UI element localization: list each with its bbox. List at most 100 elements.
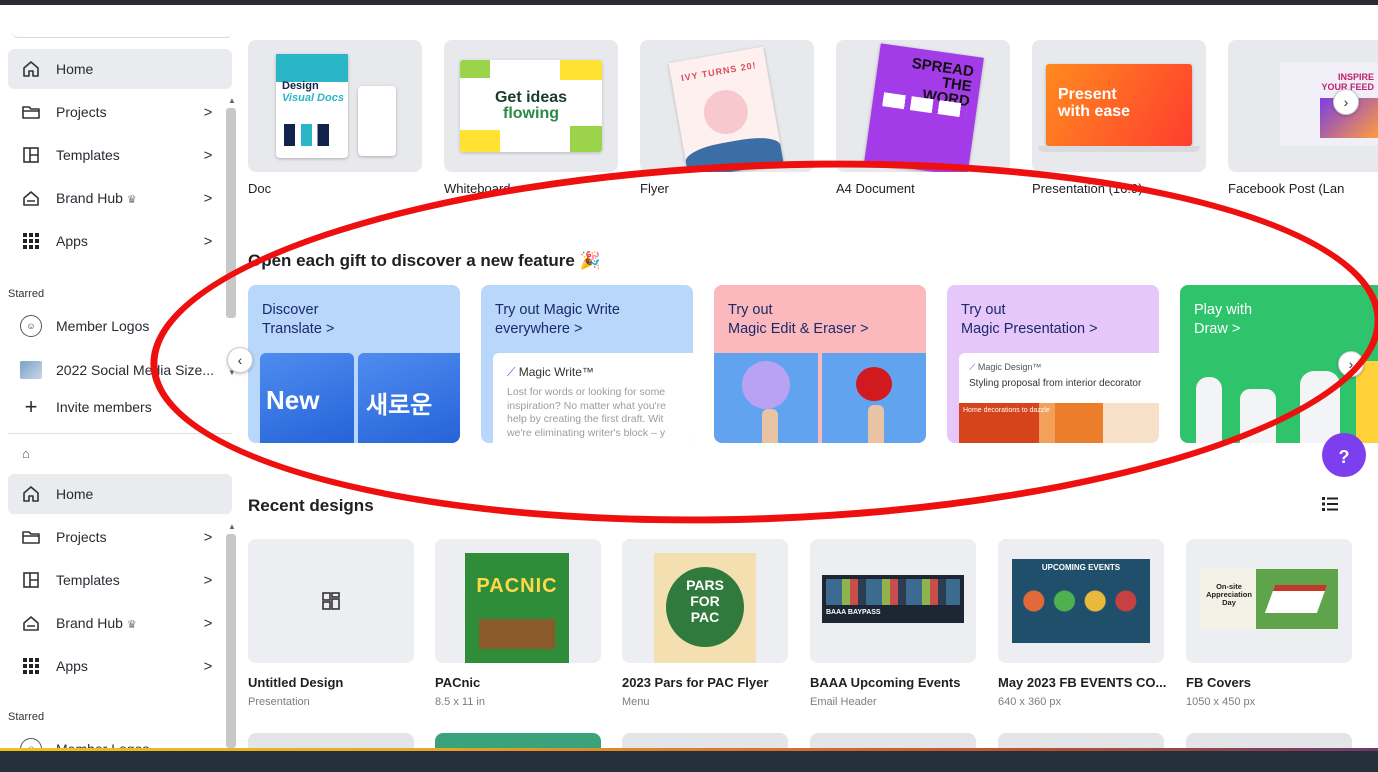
laptop-base-art xyxy=(1038,146,1200,152)
feature-card-title: Discover Translate > xyxy=(262,302,335,337)
magic-write-panel-title: ⟋ Magic Write™ xyxy=(507,365,594,379)
apps-grid-icon xyxy=(20,657,42,675)
recent-design-title[interactable]: May 2023 FB EVENTS CO... xyxy=(998,675,1166,690)
sidebar-item-label: Home xyxy=(56,486,94,502)
chevron-right-icon: > xyxy=(203,528,213,546)
recent-design-card-partial[interactable] xyxy=(622,733,788,749)
screenshot-frame: Home Projects > Templates > Brand Hub ♛ … xyxy=(0,0,1378,772)
pacnic-thumb-text: PACNIC xyxy=(476,575,558,597)
recent-design-subtitle: 640 x 360 px xyxy=(998,696,1061,708)
upcoming-events-art: UPCOMING EVENTS xyxy=(1012,559,1150,643)
chevron-right-icon: > xyxy=(203,614,213,632)
chevron-right-icon: > xyxy=(203,571,213,589)
recent-design-card[interactable]: On-site Appreciation Day xyxy=(1186,539,1352,663)
magic-design-panel-title: ⟋ Magic Design™ xyxy=(969,362,1042,372)
pars-thumb-text: PARS FOR PAC xyxy=(686,577,724,625)
marker-art xyxy=(1196,377,1222,443)
template-card-whiteboard[interactable]: Get ideas flowing xyxy=(444,40,618,172)
features-next-button[interactable]: › xyxy=(1338,351,1364,377)
flyer-photo-art xyxy=(700,86,752,138)
list-view-icon[interactable] xyxy=(1322,497,1338,516)
chevron-right-icon: > xyxy=(203,657,213,675)
recent-design-card-partial[interactable] xyxy=(998,733,1164,749)
template-label: Presentation (16:9) xyxy=(1032,181,1143,196)
sticky-note xyxy=(560,60,602,80)
sidebar-item-label: Brand Hub ♛ xyxy=(56,615,137,631)
magic-design-strip: Home decorations to dazzle xyxy=(959,403,1159,443)
recent-design-card-partial[interactable] xyxy=(248,733,414,749)
cornhole-board-art xyxy=(1264,585,1328,613)
presentation-footer-bar xyxy=(0,748,1378,772)
translate-art-text: 새로운 xyxy=(366,392,433,419)
sidebar-item-label: Apps xyxy=(56,658,88,674)
fb-covers-thumb-text: On-site Appreciation Day xyxy=(1206,582,1252,607)
template-label: A4 Document xyxy=(836,181,915,196)
party-popper-icon: 🎉 xyxy=(579,251,601,270)
translate-art-panel: New xyxy=(260,353,354,443)
recent-design-card-partial[interactable] xyxy=(435,733,601,749)
recent-designs-heading: Recent designs xyxy=(248,496,374,515)
template-label: Doc xyxy=(248,181,272,196)
feature-card-magic-write[interactable]: Try out Magic Write everywhere > ⟋ Magic … xyxy=(481,285,693,443)
magic-write-panel-text: Lost for words or looking for some inspi… xyxy=(507,386,666,439)
feature-card-magic-presentation[interactable]: Try out Magic Presentation > ⟋ Magic Desi… xyxy=(947,285,1159,443)
hand-art xyxy=(868,405,884,443)
feature-card-title: Try out Magic Edit & Eraser > xyxy=(728,302,869,337)
magic-edit-before-art xyxy=(714,353,818,443)
magic-write-panel: ⟋ Magic Write™ Lost for words or looking… xyxy=(493,353,693,443)
recent-design-card[interactable] xyxy=(248,539,414,663)
template-label: Whiteboard xyxy=(444,181,511,196)
templates-icon xyxy=(20,570,42,590)
rose-art xyxy=(856,367,892,401)
main-content: Design Visual Docs Get ideas flowing IVY T… xyxy=(227,0,1378,749)
recent-design-title[interactable]: PACnic xyxy=(435,675,480,690)
recent-design-subtitle: 1050 x 450 px xyxy=(1186,696,1256,708)
feature-card-magic-edit[interactable]: Try out Magic Edit & Eraser > xyxy=(714,285,926,443)
recent-design-card[interactable]: PARS FOR PAC xyxy=(622,539,788,663)
sidebar-item-templates[interactable]: Templates > xyxy=(8,560,232,600)
sidebar-item-label: Templates xyxy=(56,572,120,588)
recent-design-title[interactable]: Untitled Design xyxy=(248,675,343,690)
recent-design-title[interactable]: 2023 Pars for PAC Flyer xyxy=(622,675,768,690)
recent-design-card[interactable]: UPCOMING EVENTS xyxy=(998,539,1164,663)
recent-design-card-partial[interactable] xyxy=(1186,733,1352,749)
recent-design-card-partial[interactable] xyxy=(810,733,976,749)
sidebar-item-brand-hub[interactable]: Brand Hub ♛ > xyxy=(8,603,232,643)
template-card-flyer[interactable]: IVY TURNS 20! xyxy=(640,40,814,172)
baaa-art: BAAA BAYPASS xyxy=(822,575,964,623)
recent-design-subtitle: Email Header xyxy=(810,696,877,708)
template-card-presentation[interactable]: Present with ease xyxy=(1032,40,1206,172)
template-card-a4-document[interactable]: SPREAD THE WORD xyxy=(836,40,1010,172)
fb-covers-art: On-site Appreciation Day xyxy=(1200,569,1338,629)
baaa-thumb-text: BAAA BAYPASS xyxy=(826,609,881,616)
feature-card-title: Play with Draw > xyxy=(1194,302,1253,337)
recent-design-card[interactable]: PACNIC xyxy=(435,539,601,663)
templates-next-button[interactable]: › xyxy=(1333,89,1359,115)
brand-hub-icon xyxy=(20,613,42,633)
whiteboard-art: Get ideas flowing xyxy=(460,60,602,152)
features-prev-button[interactable]: ‹ xyxy=(227,347,253,373)
facebook-art: INSPIRE YOUR FEED xyxy=(1280,62,1378,146)
sticky-note xyxy=(460,130,500,152)
recent-design-title[interactable]: FB Covers xyxy=(1186,675,1251,690)
magic-design-strip-text: Home decorations to dazzle xyxy=(963,407,1050,414)
feature-card-translate[interactable]: Discover Translate > New 새로운 xyxy=(248,285,460,443)
sidebar-item-apps[interactable]: Apps > xyxy=(8,646,232,686)
presentation-thumb-text: Present with ease xyxy=(1058,86,1131,120)
doc-thumb-text: Design Visual Docs xyxy=(282,80,344,104)
event-circles-art xyxy=(1022,589,1140,613)
help-button[interactable]: ? xyxy=(1322,433,1366,477)
recent-design-subtitle: 8.5 x 11 in xyxy=(435,696,485,708)
flyer-wave-art xyxy=(683,133,784,172)
doc-header-band xyxy=(276,54,348,82)
template-card-doc[interactable]: Design Visual Docs xyxy=(248,40,422,172)
template-label: Flyer xyxy=(640,181,669,196)
crown-icon: ♛ xyxy=(126,619,137,631)
recent-design-title[interactable]: BAAA Upcoming Events xyxy=(810,675,960,690)
upcoming-events-thumb-text: UPCOMING EVENTS xyxy=(1041,563,1121,572)
feature-card-title: Try out Magic Presentation > xyxy=(961,302,1098,337)
sidebar-item-projects[interactable]: Projects > xyxy=(8,517,232,557)
recent-design-card[interactable]: BAAA BAYPASS xyxy=(810,539,976,663)
sidebar-item-home[interactable]: Home xyxy=(8,474,232,514)
sticky-note xyxy=(570,126,602,152)
